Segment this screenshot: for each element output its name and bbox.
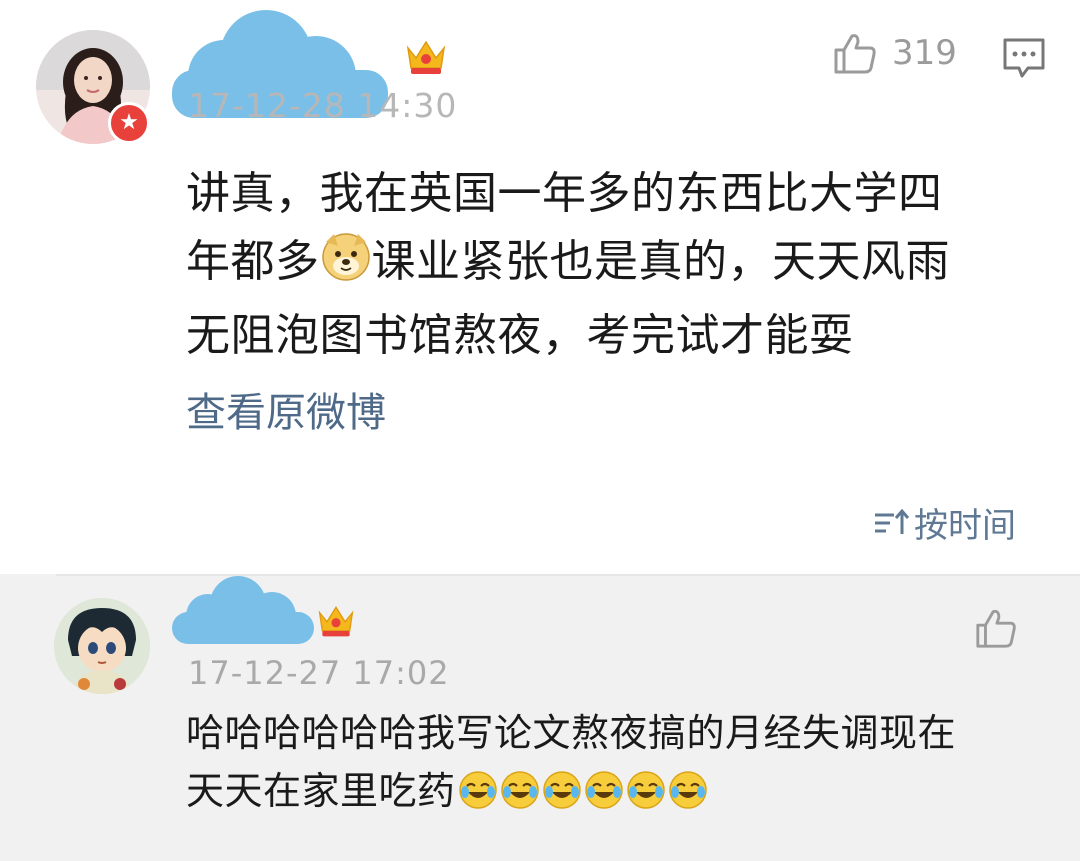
- reply-line: 天天在家里吃药: [186, 762, 1066, 826]
- sort-by-time-toggle[interactable]: 按时间: [872, 498, 1016, 547]
- user-avatar[interactable]: [54, 598, 150, 694]
- like-button[interactable]: 319: [832, 30, 957, 76]
- reply-line: 哈哈哈哈哈哈我写论文熬夜搞的月经失调现在: [186, 711, 957, 755]
- weibo-comment-screen: ★ 17-12-28 14:30 319 讲真，我在英国一年多的东西比大学四 年…: [0, 0, 1080, 861]
- laugh-cry-emoji-icon: [584, 768, 624, 826]
- comment-line-segment: 年都多: [186, 236, 320, 287]
- thumbs-up-icon[interactable]: [974, 606, 1018, 650]
- like-count: 319: [892, 33, 957, 73]
- main-comment: ★ 17-12-28 14:30 319 讲真，我在英国一年多的东西比大学四 年…: [0, 0, 1080, 574]
- laugh-cry-emoji-icon: [668, 768, 708, 826]
- reply-timestamp: 17-12-27 17:02: [188, 654, 450, 692]
- comment-body: 讲真，我在英国一年多的东西比大学四 年都多 课业紧张也是真的，天天风雨 无阻泡图…: [186, 160, 1046, 370]
- laugh-cry-emoji-icon: [626, 768, 666, 826]
- comment-bubble-icon[interactable]: [1002, 36, 1046, 80]
- crown-icon: [406, 40, 446, 74]
- verified-star-icon: ★: [108, 102, 150, 144]
- reply-section: 17-12-27 17:02 哈哈哈哈哈哈我写论文熬夜搞的月经失调现在 天天在家…: [0, 574, 1080, 861]
- doge-emoji-icon: [320, 230, 372, 302]
- comment-line: 讲真，我在英国一年多的东西比大学四: [186, 168, 943, 219]
- laugh-cry-emoji-icon: [500, 768, 540, 826]
- thumbs-up-icon: [834, 34, 876, 74]
- comment-line-segment: 课业紧张也是真的，天天风雨: [371, 236, 950, 287]
- laugh-cry-emoji-group: [456, 769, 708, 813]
- crown-icon: [318, 605, 354, 637]
- comment-line: 无阻泡图书馆熬夜，考完试才能耍: [186, 310, 854, 361]
- comment-line: 年都多 课业紧张也是真的，天天风雨: [186, 228, 1046, 302]
- username-mask-cloud: [172, 576, 314, 644]
- reply-body: 哈哈哈哈哈哈我写论文熬夜搞的月经失调现在 天天在家里吃药: [186, 704, 1066, 826]
- sort-icon: [875, 508, 910, 534]
- view-original-post-link[interactable]: 查看原微博: [186, 380, 386, 438]
- reply-line-segment: 天天在家里吃药: [186, 769, 456, 813]
- laugh-cry-emoji-icon: [458, 768, 498, 826]
- sort-label: 按时间: [914, 506, 1016, 546]
- laugh-cry-emoji-icon: [542, 768, 582, 826]
- comment-timestamp: 17-12-28 14:30: [188, 86, 458, 125]
